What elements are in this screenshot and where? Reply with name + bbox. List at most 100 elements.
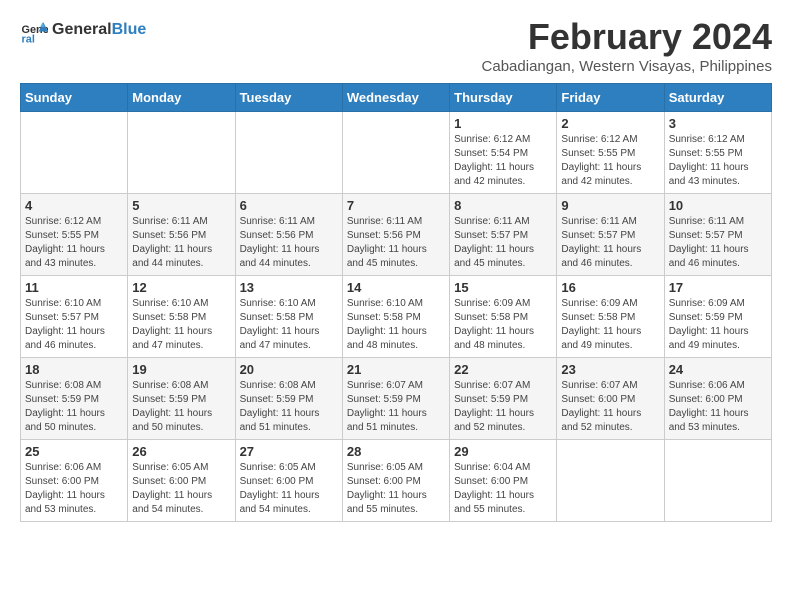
calendar-cell: 2 Sunrise: 6:12 AM Sunset: 5:55 PM Daylig… — [557, 112, 664, 194]
calendar-cell: 25Sunrise: 6:06 AM Sunset: 6:00 PM Dayli… — [21, 440, 128, 522]
day-info: Sunrise: 6:08 AM Sunset: 5:59 PM Dayligh… — [132, 379, 230, 435]
day-info: Sunrise: 6:11 AM Sunset: 5:57 PM Dayligh… — [561, 215, 659, 271]
day-number: 4 — [25, 198, 123, 213]
calendar-cell — [235, 112, 342, 194]
day-number: 25 — [25, 444, 123, 459]
calendar-cell: 17 Sunrise: 6:09 AM Sunset: 5:59 PM Dayli… — [664, 276, 771, 358]
location-subtitle: Cabadiangan, Western Visayas, Philippine… — [482, 58, 772, 75]
calendar-week-row: 18 Sunrise: 6:08 AM Sunset: 5:59 PM Dayli… — [21, 358, 772, 440]
day-info: Sunrise: 6:11 AM Sunset: 5:57 PM Dayligh… — [454, 215, 552, 271]
weekday-header-sunday: Sunday — [21, 84, 128, 112]
day-number: 7 — [347, 198, 445, 213]
calendar-cell: 18 Sunrise: 6:08 AM Sunset: 5:59 PM Dayli… — [21, 358, 128, 440]
calendar-cell: 20 Sunrise: 6:08 AM Sunset: 5:59 PM Dayli… — [235, 358, 342, 440]
calendar-cell: 22 Sunrise: 6:07 AM Sunset: 5:59 PM Dayli… — [450, 358, 557, 440]
calendar-cell: 8 Sunrise: 6:11 AM Sunset: 5:57 PM Daylig… — [450, 194, 557, 276]
day-number: 13 — [240, 280, 338, 295]
weekday-header-friday: Friday — [557, 84, 664, 112]
calendar-cell: 3 Sunrise: 6:12 AM Sunset: 5:55 PM Daylig… — [664, 112, 771, 194]
logo-icon: Gene ral — [20, 16, 48, 44]
day-number: 22 — [454, 362, 552, 377]
day-number: 6 — [240, 198, 338, 213]
day-number: 21 — [347, 362, 445, 377]
calendar-cell: 14 Sunrise: 6:10 AM Sunset: 5:58 PM Dayli… — [342, 276, 449, 358]
day-info: Sunrise: 6:07 AM Sunset: 5:59 PM Dayligh… — [454, 379, 552, 435]
day-number: 17 — [669, 280, 767, 295]
calendar-cell: 4 Sunrise: 6:12 AM Sunset: 5:55 PM Daylig… — [21, 194, 128, 276]
calendar-cell — [557, 440, 664, 522]
calendar-cell: 10 Sunrise: 6:11 AM Sunset: 5:57 PM Dayli… — [664, 194, 771, 276]
day-info: Sunrise: 6:12 AM Sunset: 5:55 PM Dayligh… — [669, 133, 767, 189]
calendar-cell: 26 Sunrise: 6:05 AM Sunset: 6:00 PM Dayli… — [128, 440, 235, 522]
calendar-cell: 12 Sunrise: 6:10 AM Sunset: 5:58 PM Dayli… — [128, 276, 235, 358]
calendar-cell: 1 Sunrise: 6:12 AM Sunset: 5:54 PM Daylig… — [450, 112, 557, 194]
day-info: Sunrise: 6:06 AM Sunset: 6:00 PM Dayligh… — [669, 379, 767, 435]
calendar-week-row: 1 Sunrise: 6:12 AM Sunset: 5:54 PM Daylig… — [21, 112, 772, 194]
day-number: 15 — [454, 280, 552, 295]
day-info: Sunrise: 6:11 AM Sunset: 5:56 PM Dayligh… — [240, 215, 338, 271]
calendar-week-row: 25Sunrise: 6:06 AM Sunset: 6:00 PM Dayli… — [21, 440, 772, 522]
calendar-cell — [342, 112, 449, 194]
day-number: 11 — [25, 280, 123, 295]
calendar-cell — [21, 112, 128, 194]
weekday-header-saturday: Saturday — [664, 84, 771, 112]
weekday-header-monday: Monday — [128, 84, 235, 112]
weekday-header-thursday: Thursday — [450, 84, 557, 112]
logo: Gene ral GeneralBlue — [20, 16, 146, 44]
day-info: Sunrise: 6:08 AM Sunset: 5:59 PM Dayligh… — [25, 379, 123, 435]
day-info: Sunrise: 6:08 AM Sunset: 5:59 PM Dayligh… — [240, 379, 338, 435]
day-info: Sunrise: 6:12 AM Sunset: 5:54 PM Dayligh… — [454, 133, 552, 189]
day-number: 18 — [25, 362, 123, 377]
day-info: Sunrise: 6:10 AM Sunset: 5:58 PM Dayligh… — [347, 297, 445, 353]
day-info: Sunrise: 6:04 AM Sunset: 6:00 PM Dayligh… — [454, 461, 552, 517]
day-number: 28 — [347, 444, 445, 459]
weekday-header-row: SundayMondayTuesdayWednesdayThursdayFrid… — [21, 84, 772, 112]
day-number: 1 — [454, 116, 552, 131]
calendar-cell: 15Sunrise: 6:09 AM Sunset: 5:58 PM Dayli… — [450, 276, 557, 358]
calendar-cell: 16 Sunrise: 6:09 AM Sunset: 5:58 PM Dayli… — [557, 276, 664, 358]
calendar-cell: 21 Sunrise: 6:07 AM Sunset: 5:59 PM Dayli… — [342, 358, 449, 440]
day-info: Sunrise: 6:07 AM Sunset: 5:59 PM Dayligh… — [347, 379, 445, 435]
day-number: 5 — [132, 198, 230, 213]
day-info: Sunrise: 6:10 AM Sunset: 5:58 PM Dayligh… — [132, 297, 230, 353]
day-info: Sunrise: 6:09 AM Sunset: 5:59 PM Dayligh… — [669, 297, 767, 353]
weekday-header-wednesday: Wednesday — [342, 84, 449, 112]
day-number: 16 — [561, 280, 659, 295]
day-number: 27 — [240, 444, 338, 459]
day-number: 10 — [669, 198, 767, 213]
title-area: February 2024 Cabadiangan, Western Visay… — [482, 16, 772, 75]
day-number: 12 — [132, 280, 230, 295]
calendar-cell: 7 Sunrise: 6:11 AM Sunset: 5:56 PM Daylig… — [342, 194, 449, 276]
calendar-week-row: 4 Sunrise: 6:12 AM Sunset: 5:55 PM Daylig… — [21, 194, 772, 276]
day-number: 19 — [132, 362, 230, 377]
day-number: 23 — [561, 362, 659, 377]
day-number: 14 — [347, 280, 445, 295]
day-info: Sunrise: 6:12 AM Sunset: 5:55 PM Dayligh… — [25, 215, 123, 271]
page-header: Gene ral GeneralBlue February 2024 Cabad… — [20, 16, 772, 75]
calendar-cell: 5 Sunrise: 6:11 AM Sunset: 5:56 PM Daylig… — [128, 194, 235, 276]
day-info: Sunrise: 6:11 AM Sunset: 5:56 PM Dayligh… — [347, 215, 445, 271]
day-number: 20 — [240, 362, 338, 377]
calendar-cell: 29Sunrise: 6:04 AM Sunset: 6:00 PM Dayli… — [450, 440, 557, 522]
day-number: 8 — [454, 198, 552, 213]
logo-text: GeneralBlue — [52, 21, 146, 39]
day-info: Sunrise: 6:11 AM Sunset: 5:56 PM Dayligh… — [132, 215, 230, 271]
month-year-title: February 2024 — [482, 16, 772, 58]
day-info: Sunrise: 6:10 AM Sunset: 5:57 PM Dayligh… — [25, 297, 123, 353]
day-info: Sunrise: 6:05 AM Sunset: 6:00 PM Dayligh… — [347, 461, 445, 517]
day-number: 2 — [561, 116, 659, 131]
svg-text:ral: ral — [22, 33, 35, 44]
day-number: 3 — [669, 116, 767, 131]
weekday-header-tuesday: Tuesday — [235, 84, 342, 112]
calendar-cell: 24Sunrise: 6:06 AM Sunset: 6:00 PM Dayli… — [664, 358, 771, 440]
day-number: 26 — [132, 444, 230, 459]
day-info: Sunrise: 6:10 AM Sunset: 5:58 PM Dayligh… — [240, 297, 338, 353]
calendar-cell: 23 Sunrise: 6:07 AM Sunset: 6:00 PM Dayli… — [557, 358, 664, 440]
day-info: Sunrise: 6:05 AM Sunset: 6:00 PM Dayligh… — [132, 461, 230, 517]
calendar-cell: 9Sunrise: 6:11 AM Sunset: 5:57 PM Daylig… — [557, 194, 664, 276]
day-info: Sunrise: 6:05 AM Sunset: 6:00 PM Dayligh… — [240, 461, 338, 517]
day-info: Sunrise: 6:09 AM Sunset: 5:58 PM Dayligh… — [561, 297, 659, 353]
day-info: Sunrise: 6:11 AM Sunset: 5:57 PM Dayligh… — [669, 215, 767, 271]
day-info: Sunrise: 6:12 AM Sunset: 5:55 PM Dayligh… — [561, 133, 659, 189]
day-info: Sunrise: 6:07 AM Sunset: 6:00 PM Dayligh… — [561, 379, 659, 435]
